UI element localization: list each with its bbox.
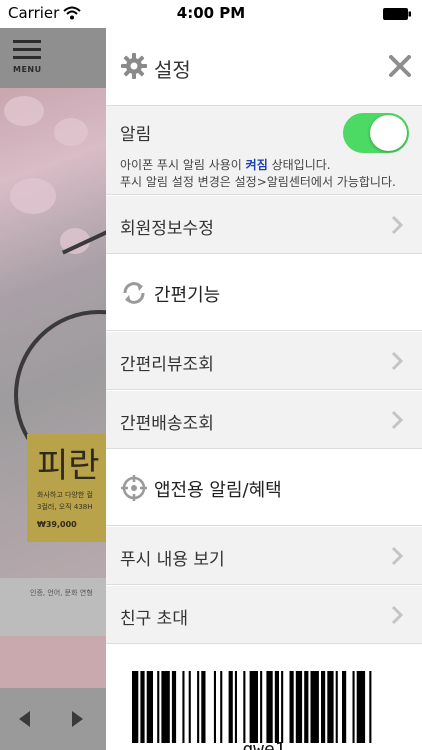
background-band	[0, 636, 106, 688]
invite-friend-row[interactable]: 친구 초대	[106, 586, 422, 644]
alarm-notice-line-1: 아이폰 푸시 알림 사용이 켜짐 상태입니다.	[120, 156, 331, 173]
promo-card: 피란 화사하고 다양한 컬 3컬러, 오직 438H ₩39,000	[27, 434, 106, 542]
easy-delivery-label: 간편배송조회	[120, 414, 214, 434]
chevron-right-icon	[391, 351, 404, 371]
easy-review-row[interactable]: 간편리뷰조회	[106, 332, 422, 390]
close-icon[interactable]	[386, 52, 414, 80]
alarm-notice-line-2: 푸시 알림 설정 변경은 설정>알림센터에서 가능합니다.	[120, 175, 396, 189]
easy-review-label: 간편리뷰조회	[120, 355, 214, 375]
background-footer	[0, 688, 106, 750]
background-app[interactable]: MENU 피란 화사하고 다양한 컬 3컬러, 오직 438H ₩39,000 …	[0, 28, 106, 750]
gear-icon	[121, 53, 147, 79]
promo-line-1: 화사하고 다양한 컬	[37, 491, 93, 499]
arrow-left-icon[interactable]	[19, 711, 30, 727]
promo-headline: 피란	[37, 446, 100, 486]
chevron-right-icon	[391, 410, 404, 430]
refresh-icon	[123, 282, 145, 304]
chevron-right-icon	[391, 215, 404, 235]
invite-friend-label: 친구 초대	[120, 609, 188, 629]
notice-on-status: 켜짐	[245, 158, 268, 172]
easy-functions-title: 간편기능	[154, 285, 221, 306]
drawer-title: 설정	[154, 58, 191, 82]
app-push-section: 앱전용 알림/혜택	[106, 450, 422, 526]
barcode-text: qwe1	[242, 739, 286, 750]
promo-caption: 인증, 언어, 문화 연형	[30, 589, 93, 597]
alarm-label: 알림	[120, 125, 152, 145]
notice-suffix: 상태입니다.	[267, 158, 331, 172]
background-header: MENU	[0, 28, 106, 88]
settings-drawer: 설정 알림 아이폰 푸시 알림 사용이 켜짐 상태입니다. 푸시 알림 설정 변…	[106, 28, 422, 750]
alarm-row: 알림 아이폰 푸시 알림 사용이 켜짐 상태입니다. 푸시 알림 설정 변경은 …	[106, 105, 422, 195]
battery-icon	[383, 8, 411, 20]
chevron-right-icon	[391, 605, 404, 625]
promo-line-2: 3컬러, 오직 438H	[37, 503, 93, 511]
chevron-right-icon	[391, 546, 404, 566]
arrow-right-icon[interactable]	[72, 711, 83, 727]
crosshair-icon	[121, 475, 147, 501]
push-content-label: 푸시 내용 보기	[120, 550, 225, 570]
notice-prefix: 아이폰 푸시 알림 사용이	[120, 158, 246, 172]
easy-delivery-row[interactable]: 간편배송조회	[106, 391, 422, 449]
menu-label: MENU	[13, 65, 42, 74]
status-time: 4:00 PM	[176, 4, 246, 22]
alarm-toggle[interactable]	[343, 113, 409, 153]
app-push-title: 앱전용 알림/혜택	[154, 480, 282, 501]
drawer-header: 설정	[106, 28, 422, 104]
barcode-area: qwe1	[106, 645, 422, 750]
toggle-knob	[370, 115, 407, 151]
member-edit-row[interactable]: 회원정보수정	[106, 196, 422, 254]
push-content-row[interactable]: 푸시 내용 보기	[106, 527, 422, 585]
easy-functions-section: 간편기능	[106, 255, 422, 331]
member-edit-label: 회원정보수정	[120, 219, 214, 239]
promo-price: ₩39,000	[37, 520, 77, 529]
barcode-image	[132, 671, 372, 743]
status-bar: Carrier 4:00 PM	[0, 0, 422, 28]
